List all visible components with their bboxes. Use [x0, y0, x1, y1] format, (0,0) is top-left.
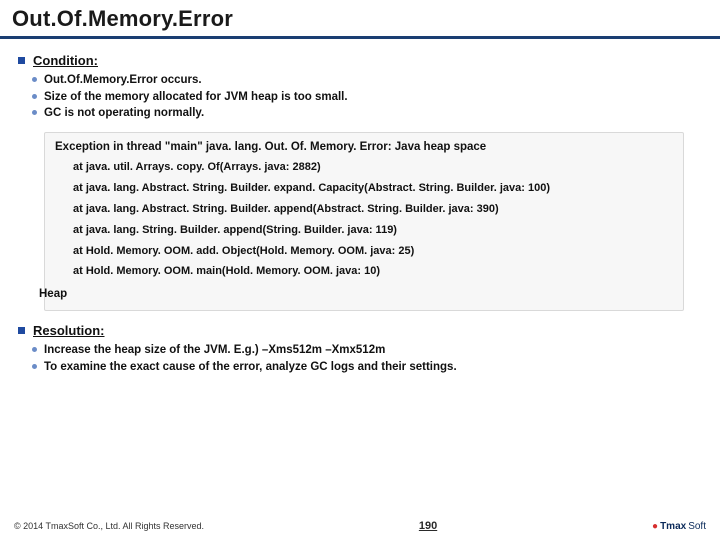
logo-text-suffix: Soft [688, 521, 706, 532]
resolution-heading: Resolution: [33, 323, 105, 338]
condition-bullets: Out.Of.Memory.Error occurs. Size of the … [32, 72, 702, 122]
title-bar: Out.Of.Memory.Error [0, 0, 720, 39]
exception-line: Exception in thread "main" java. lang. O… [55, 141, 673, 153]
resolution-heading-row: Resolution: [18, 323, 702, 338]
condition-heading: Condition: [33, 53, 98, 68]
slide: Out.Of.Memory.Error Condition: Out.Of.Me… [0, 0, 720, 540]
list-item: GC is not operating normally. [32, 105, 702, 122]
console-output: Exception in thread "main" java. lang. O… [44, 132, 684, 311]
list-item: To examine the exact cause of the error,… [32, 359, 702, 376]
slide-content: Condition: Out.Of.Memory.Error occurs. S… [0, 39, 720, 540]
stack-trace-line: at Hold. Memory. OOM. add. Object(Hold. … [73, 241, 673, 262]
list-item: Out.Of.Memory.Error occurs. [32, 72, 702, 89]
list-item: Increase the heap size of the JVM. E.g.)… [32, 342, 702, 359]
stack-trace-line: at java. util. Arrays. copy. Of(Arrays. … [73, 157, 673, 178]
stack-trace-line: at Hold. Memory. OOM. main(Hold. Memory.… [73, 261, 673, 282]
square-bullet-icon [18, 327, 25, 334]
heap-label: Heap [39, 288, 673, 300]
condition-heading-row: Condition: [18, 53, 702, 68]
logo-dot-icon: ● [652, 521, 658, 532]
stack-trace-line: at java. lang. Abstract. String. Builder… [73, 178, 673, 199]
list-item: Size of the memory allocated for JVM hea… [32, 89, 702, 106]
stack-trace-line: at java. lang. Abstract. String. Builder… [73, 199, 673, 220]
slide-footer: © 2014 TmaxSoft Co., Ltd. All Rights Res… [0, 520, 720, 532]
copyright-text: © 2014 TmaxSoft Co., Ltd. All Rights Res… [14, 521, 204, 531]
tmaxsoft-logo: ● TmaxSoft [652, 521, 706, 532]
slide-title: Out.Of.Memory.Error [12, 6, 708, 32]
resolution-bullets: Increase the heap size of the JVM. E.g.)… [32, 342, 702, 375]
stack-trace-line: at java. lang. String. Builder. append(S… [73, 220, 673, 241]
page-number: 190 [204, 520, 652, 532]
logo-text-main: Tmax [660, 521, 686, 532]
square-bullet-icon [18, 57, 25, 64]
